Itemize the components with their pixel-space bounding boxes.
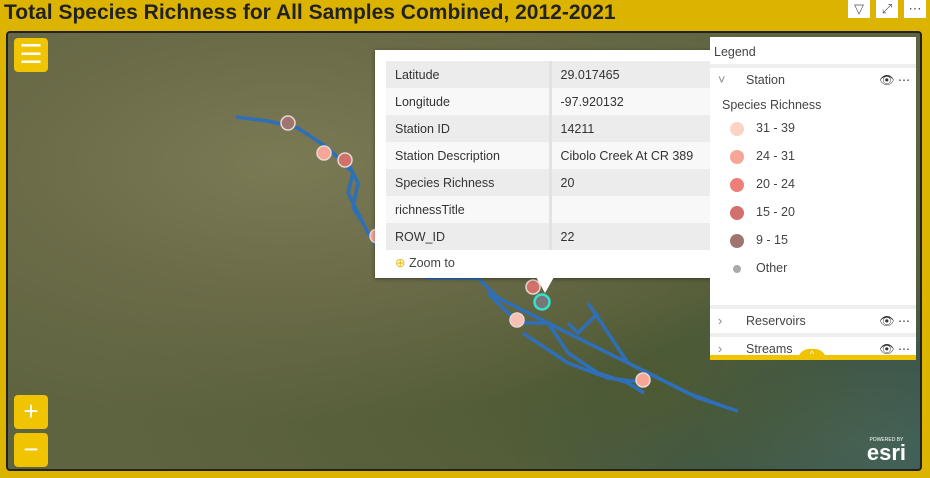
zoom-out-button[interactable]: − bbox=[14, 433, 48, 467]
station-marker bbox=[635, 372, 651, 388]
focus-mode-icon[interactable]: ⤢ bbox=[876, 0, 898, 18]
filter-icon[interactable]: ▽ bbox=[848, 0, 870, 18]
visibility-eye-icon[interactable]: 👁 ⋯ bbox=[879, 342, 910, 356]
popup-field-label: Station ID bbox=[386, 115, 552, 142]
chevron-right-icon[interactable]: › bbox=[718, 314, 722, 328]
legend-layer-station[interactable]: ˅ Station 👁 ⋯ bbox=[710, 73, 916, 89]
legend-class-item: 9 - 15 bbox=[730, 230, 788, 250]
station-marker bbox=[316, 145, 332, 161]
selected-station-marker bbox=[533, 293, 551, 311]
more-options-icon[interactable]: ⋯ bbox=[904, 0, 926, 18]
esri-logo: POWERED BY esri bbox=[866, 437, 906, 465]
legend-subtitle: Species Richness bbox=[722, 98, 822, 112]
popup-field-value: -97.920132 bbox=[560, 94, 624, 109]
popup-attributes-table: Latitude 29.017465 Longitude -97.920132 Stat… bbox=[386, 61, 713, 250]
popup-row: Latitude 29.017465 bbox=[386, 61, 713, 88]
stream-line bbox=[566, 311, 600, 335]
popup-field-label: ROW_ID bbox=[386, 223, 552, 250]
legend-class-item: 15 - 20 bbox=[730, 202, 795, 222]
popup-field-value: 22 bbox=[560, 229, 575, 244]
collapse-legend-button[interactable]: ^ bbox=[798, 349, 826, 360]
popup-field-value: 29.017465 bbox=[560, 67, 620, 82]
popup-pointer bbox=[536, 277, 554, 293]
chevron-right-icon[interactable]: › bbox=[718, 342, 722, 356]
legend-swatch-icon bbox=[730, 233, 744, 248]
legend-class-item: 24 - 31 bbox=[730, 146, 795, 166]
popup-field-value: Cibolo Creek At CR 389 bbox=[560, 148, 694, 163]
popup-field-label: Species Richness bbox=[386, 169, 552, 196]
legend-swatch-icon bbox=[733, 264, 741, 273]
zoom-to-link[interactable]: ⊕ Zoom to bbox=[395, 255, 455, 270]
feature-popup: Latitude 29.017465 Longitude -97.920132 Stat… bbox=[375, 50, 725, 278]
legend-class-item: 31 - 39 bbox=[730, 118, 795, 138]
popup-field-value bbox=[550, 196, 713, 223]
legend-swatch-icon bbox=[730, 149, 744, 164]
popup-field-label: richnessTitle bbox=[386, 196, 552, 223]
popup-row: Species Richness 20 bbox=[386, 169, 713, 196]
popup-row: richnessTitle bbox=[386, 196, 713, 223]
popup-field-label: Latitude bbox=[386, 61, 552, 88]
popup-field-value: 20 bbox=[560, 175, 575, 190]
popup-row: ROW_ID 22 bbox=[386, 223, 713, 250]
station-marker bbox=[280, 115, 296, 131]
popup-row: Station Description Cibolo Creek At CR 38… bbox=[386, 142, 713, 169]
popup-row: Longitude -97.920132 bbox=[386, 88, 713, 115]
zoom-in-magnifier-icon: ⊕ bbox=[395, 256, 406, 270]
menu-button[interactable]: ☰ bbox=[14, 38, 48, 72]
popup-row: Station ID 14211 bbox=[386, 115, 713, 142]
legend-class-item: Other bbox=[730, 258, 787, 278]
report-title: Total Species Richness for All Samples C… bbox=[4, 1, 616, 24]
zoom-in-button[interactable]: + bbox=[14, 395, 48, 429]
popup-field-label: Longitude bbox=[386, 88, 552, 115]
chevron-down-icon[interactable]: ˅ bbox=[718, 73, 725, 87]
legend-title: Legend bbox=[714, 45, 756, 59]
station-marker bbox=[337, 152, 353, 168]
legend-swatch-icon bbox=[730, 121, 744, 136]
legend-class-item: 20 - 24 bbox=[730, 174, 795, 194]
visibility-eye-icon[interactable]: 👁 ⋯ bbox=[879, 73, 910, 87]
legend-swatch-icon bbox=[730, 205, 744, 220]
legend-panel: Legend ˅ Station 👁 ⋯ Species Richness 31… bbox=[710, 37, 916, 360]
station-marker bbox=[509, 312, 525, 328]
legend-swatch-icon bbox=[730, 177, 744, 192]
popup-field-label: Station Description bbox=[386, 142, 552, 169]
popup-field-value: 14211 bbox=[560, 121, 595, 136]
visibility-eye-icon[interactable]: 👁 ⋯ bbox=[879, 314, 910, 328]
